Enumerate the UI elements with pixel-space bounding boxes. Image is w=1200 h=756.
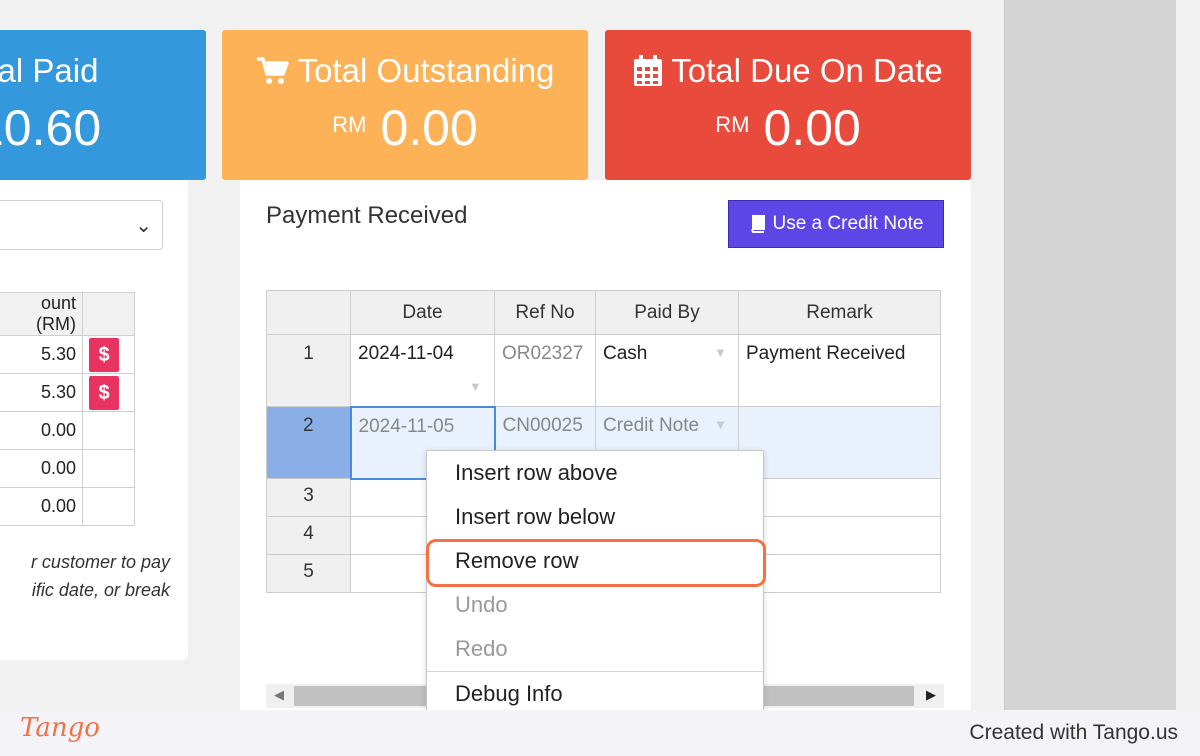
table-row: 0.00 [0, 411, 135, 450]
context-menu: Insert row above Insert row below Remove… [426, 450, 764, 715]
cart-icon [256, 57, 289, 84]
paid-by-cell[interactable]: Cash ▼ [595, 334, 739, 407]
menu-item-remove-row[interactable]: Remove row [427, 539, 763, 583]
use-credit-note-button[interactable]: Use a Credit Note [728, 200, 944, 248]
column-header-ref-no[interactable]: Ref No [494, 290, 596, 335]
amount-cell[interactable]: 5.30 [0, 373, 83, 412]
scroll-left-icon[interactable]: ◀ [274, 687, 284, 703]
ref-no-cell[interactable]: OR02327 [494, 334, 596, 407]
menu-item-redo: Redo [455, 636, 508, 661]
menu-item-insert-row-below[interactable]: Insert row below [427, 495, 763, 539]
footer: Tango Created with Tango.us [0, 710, 1200, 756]
book-icon [751, 215, 766, 233]
total-outstanding-value: 0.00 [380, 100, 478, 156]
date-cell[interactable]: 2024-11-04 ▼ [350, 334, 495, 407]
amount-column-header: ount (RM) [0, 292, 83, 336]
table-row: 0.00 [0, 449, 135, 488]
tango-logo: Tango [20, 713, 100, 743]
schedule-note: r customer to pay ific date, or break [30, 552, 170, 600]
dropdown-arrow-icon[interactable]: ▼ [469, 379, 482, 394]
amount-cell[interactable]: 0.00 [0, 449, 83, 488]
column-header-paid-by[interactable]: Paid By [595, 290, 739, 335]
row-header[interactable]: 4 [266, 516, 351, 555]
total-due-value: 0.00 [763, 100, 861, 156]
remark-cell[interactable]: Payment Received [738, 334, 941, 407]
schedule-select[interactable]: ⌄ [0, 200, 163, 250]
amount-cell[interactable]: 0.00 [0, 411, 83, 450]
corner-header [266, 290, 351, 335]
table-row: 5.30 $ [0, 373, 135, 412]
total-paid-value: 10.60 [0, 100, 102, 156]
vertical-scrollbar[interactable] [1004, 0, 1176, 710]
scroll-right-icon[interactable]: ▶ [926, 687, 936, 703]
table-row: 1 2024-11-04 ▼ OR02327 Cash ▼ Payment Re… [266, 334, 941, 407]
amount-cell[interactable]: 5.30 [0, 335, 83, 374]
table-row: 0.00 [0, 487, 135, 526]
pay-dollar-icon[interactable]: $ [89, 337, 119, 372]
menu-item-undo: Undo [455, 592, 508, 617]
schedule-table: ount (RM) 5.30 $ 5.30 $ 0.00 0.00 0.00 [0, 292, 135, 526]
row-header[interactable]: 1 [266, 334, 351, 407]
chevron-down-icon: ⌄ [135, 215, 152, 237]
calendar-icon [634, 55, 663, 86]
page-title: Payment Received [266, 202, 468, 229]
due-currency: RM [715, 112, 750, 137]
total-paid-title: otal Paid [0, 52, 99, 89]
total-due-card: Total Due On Date RM 0.00 [605, 30, 971, 180]
remark-cell[interactable] [738, 406, 941, 479]
table-row: 5.30 $ [0, 335, 135, 374]
tango-credit: Created with Tango.us [969, 721, 1178, 744]
dropdown-arrow-icon[interactable]: ▼ [714, 345, 727, 360]
row-header[interactable]: 3 [266, 478, 351, 517]
total-outstanding-card: Total Outstanding RM 0.00 [222, 30, 588, 180]
pay-dollar-icon[interactable]: $ [89, 375, 119, 410]
column-header-remark[interactable]: Remark [738, 290, 941, 335]
outstanding-currency: RM [332, 112, 367, 137]
column-header-date[interactable]: Date [350, 290, 495, 335]
total-outstanding-title: Total Outstanding [297, 52, 555, 89]
total-paid-card: otal Paid 10.60 [0, 30, 206, 180]
dropdown-arrow-icon[interactable]: ▼ [714, 417, 727, 432]
schedule-panel: ⌄ ount (RM) 5.30 $ 5.30 $ 0.00 0.00 0.00… [0, 180, 188, 660]
row-header[interactable]: 2 [266, 406, 351, 479]
total-due-title: Total Due On Date [671, 52, 943, 89]
menu-item-insert-row-above[interactable]: Insert row above [427, 451, 763, 495]
amount-cell[interactable]: 0.00 [0, 487, 83, 526]
menu-item-debug-info[interactable]: Debug Info [427, 671, 763, 715]
row-header[interactable]: 5 [266, 554, 351, 593]
